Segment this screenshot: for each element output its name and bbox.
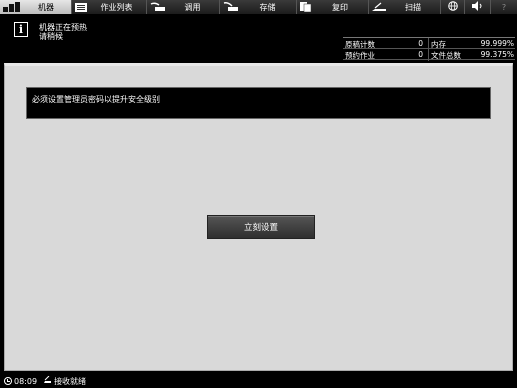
tab-recall-label: 调用: [184, 2, 201, 12]
clock-time: 08:09: [14, 376, 38, 386]
bottom-bar: 08:09 接收就绪: [0, 374, 517, 388]
counter-row: 预约作业 0 文件总数 99.375%: [343, 49, 515, 60]
receive-status: 接收就绪: [54, 376, 87, 386]
tab-job-list[interactable]: 作业列表: [72, 0, 147, 14]
tab-scan[interactable]: 扫描: [369, 0, 441, 14]
status-message-line2: 请稍候: [39, 32, 63, 41]
help-button[interactable]: ?: [491, 0, 517, 14]
list-icon: [75, 2, 87, 12]
globe-icon: [447, 1, 458, 13]
memory-value: 99.999%: [480, 39, 514, 48]
machine-icon: [3, 2, 21, 12]
volume-button[interactable]: [465, 0, 491, 14]
counters-panel: 原稿计数 0 内存 99.999% 预约作业 0 文件总数 99.375%: [343, 37, 515, 61]
help-label: ?: [501, 2, 507, 12]
reserved-jobs-label: 预约作业: [345, 51, 375, 60]
file-total-value: 99.375%: [480, 50, 514, 59]
tab-recall[interactable]: 调用: [147, 0, 220, 14]
set-now-button[interactable]: 立刻设置: [207, 215, 315, 239]
tab-job-list-label: 作业列表: [100, 2, 133, 12]
info-icon: i: [14, 22, 28, 37]
main-panel: 必须设置管理员密码以提升安全级别 立刻设置: [4, 63, 513, 371]
speaker-icon: [471, 1, 484, 13]
recall-icon: [150, 2, 166, 12]
tab-scan-label: 扫描: [405, 2, 421, 12]
tab-store[interactable]: 存储: [220, 0, 297, 14]
store-icon: [223, 2, 239, 12]
tab-machine-label: 机器: [38, 2, 54, 12]
copy-icon: [300, 2, 312, 12]
tab-store-label: 存储: [259, 2, 276, 12]
tab-machine[interactable]: 机器: [0, 0, 72, 14]
language-button[interactable]: [441, 0, 465, 14]
original-count-value: 0: [418, 39, 423, 48]
clock-icon: [4, 377, 12, 385]
tab-copy-label: 复印: [332, 2, 348, 12]
status-message: 机器正在预热 请稍候: [39, 23, 87, 41]
fax-receive-icon: [43, 375, 52, 386]
scan-icon: [372, 2, 386, 12]
status-message-line1: 机器正在预热: [39, 23, 87, 32]
status-area: i 机器正在预热 请稍候 原稿计数 0 内存 99.999% 预约作业 0 文件…: [0, 14, 517, 61]
file-total-label: 文件总数: [431, 51, 461, 60]
top-nav: 机器 作业列表 调用 存储 复印 扫描 ?: [0, 0, 517, 14]
reserved-jobs-value: 0: [418, 50, 423, 59]
counter-row: 原稿计数 0 内存 99.999%: [343, 38, 515, 49]
tab-copy[interactable]: 复印: [297, 0, 369, 14]
security-alert: 必须设置管理员密码以提升安全级别: [26, 87, 491, 119]
